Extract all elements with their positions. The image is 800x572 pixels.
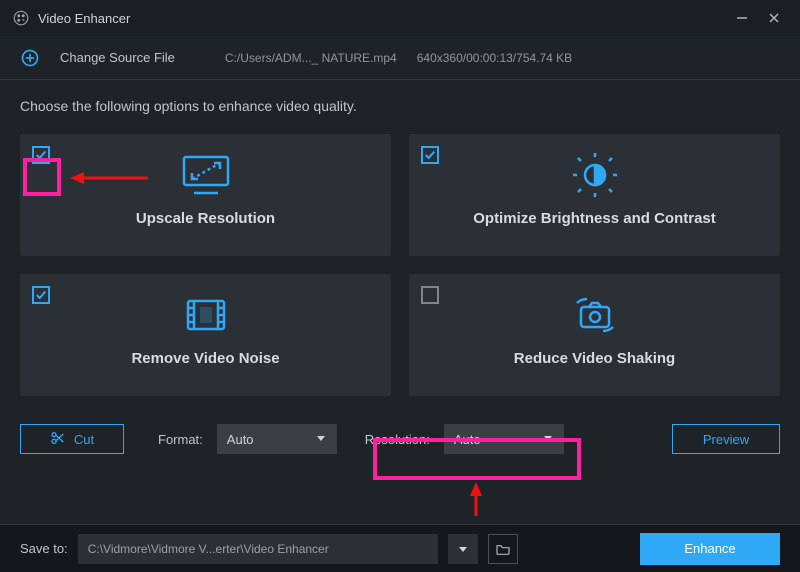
camera-shake-icon: [567, 290, 623, 340]
cut-label: Cut: [74, 432, 94, 447]
format-value: Auto: [227, 432, 254, 447]
card-upscale-resolution[interactable]: Upscale Resolution: [20, 134, 391, 256]
instruction-text: Choose the following options to enhance …: [20, 98, 780, 114]
source-file-meta: 640x360/00:00:13/754.74 KB: [417, 51, 572, 65]
scissors-icon: [50, 430, 66, 449]
card-brightness-contrast[interactable]: Optimize Brightness and Contrast: [409, 134, 780, 256]
folder-icon: [495, 541, 511, 557]
footer-bar: Save to: C:\Vidmore\Vidmore V...erter\Vi…: [0, 524, 800, 572]
chevron-down-icon: [542, 432, 554, 447]
close-button[interactable]: [760, 4, 788, 32]
enhance-button[interactable]: Enhance: [640, 533, 780, 565]
resolution-select[interactable]: Auto: [444, 424, 564, 454]
monitor-icon: [178, 150, 234, 200]
checkbox-brightness[interactable]: [421, 146, 439, 164]
filmstrip-icon: [178, 290, 234, 340]
source-toolbar: Change Source File C:/Users/ADM..._ NATU…: [0, 36, 800, 80]
annotation-arrow-resolution: [466, 482, 486, 518]
source-file-path: C:/Users/ADM..._ NATURE.mp4: [225, 51, 397, 65]
save-path-value: C:\Vidmore\Vidmore V...erter\Video Enhan…: [88, 542, 329, 556]
checkbox-noise[interactable]: [32, 286, 50, 304]
checkbox-shaking[interactable]: [421, 286, 439, 304]
card-remove-noise[interactable]: Remove Video Noise: [20, 274, 391, 396]
cut-button[interactable]: Cut: [20, 424, 124, 454]
format-label: Format:: [158, 432, 203, 447]
card-label: Reduce Video Shaking: [514, 350, 675, 367]
app-title: Video Enhancer: [38, 11, 130, 26]
chevron-down-icon: [457, 543, 469, 555]
resolution-value: Auto: [454, 432, 481, 447]
preview-button[interactable]: Preview: [672, 424, 780, 454]
minimize-button[interactable]: [728, 4, 756, 32]
save-path-dropdown[interactable]: [448, 534, 478, 564]
add-source-icon[interactable]: [20, 48, 40, 68]
card-label: Remove Video Noise: [131, 350, 279, 367]
card-reduce-shaking[interactable]: Reduce Video Shaking: [409, 274, 780, 396]
change-source-link[interactable]: Change Source File: [60, 50, 175, 65]
palette-icon: [12, 9, 30, 27]
card-label: Optimize Brightness and Contrast: [473, 210, 716, 227]
resolution-label: Resolution:: [365, 432, 430, 447]
checkbox-upscale[interactable]: [32, 146, 50, 164]
chevron-down-icon: [315, 432, 327, 447]
enhance-label: Enhance: [684, 541, 735, 556]
card-label: Upscale Resolution: [136, 210, 275, 227]
brightness-icon: [567, 150, 623, 200]
open-folder-button[interactable]: [488, 534, 518, 564]
save-path-field[interactable]: C:\Vidmore\Vidmore V...erter\Video Enhan…: [78, 534, 438, 564]
format-select[interactable]: Auto: [217, 424, 337, 454]
preview-label: Preview: [703, 432, 749, 447]
titlebar: Video Enhancer: [0, 0, 800, 36]
save-to-label: Save to:: [20, 541, 68, 556]
